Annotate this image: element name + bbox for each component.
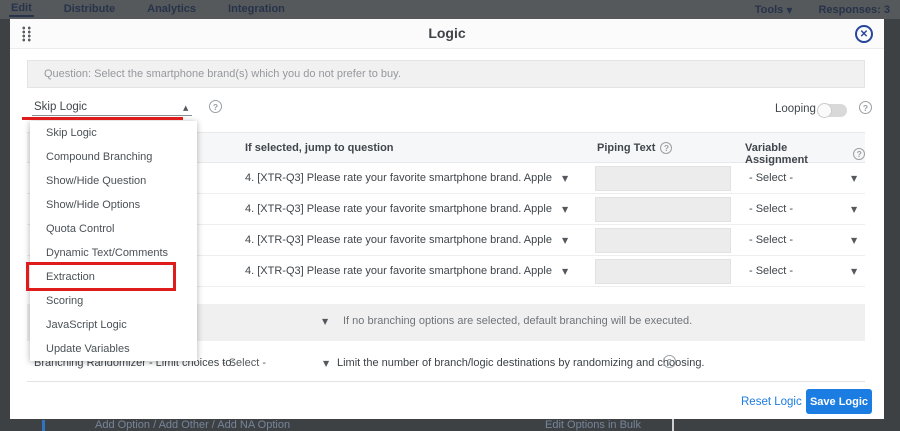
chevron-down-icon: ▼	[786, 6, 792, 15]
piping-help-icon[interactable]: ?	[660, 142, 672, 154]
variable-assignment-select[interactable]: - Select -	[749, 203, 793, 215]
logic-type-underline	[32, 115, 192, 116]
randomizer-select[interactable]: - Select -	[222, 357, 266, 369]
topbar-right: Tools ▼ Responses: 3	[755, 4, 900, 16]
piping-text-input[interactable]	[595, 228, 731, 253]
jump-to-question-dropdown[interactable]: 4. [XTR-Q3] Please rate your favorite sm…	[245, 203, 552, 215]
edit-options-in-bulk-link: Edit Options in Bulk	[545, 419, 641, 431]
variable-assignment-select[interactable]: - Select -	[749, 265, 793, 277]
variable-assignment-select[interactable]: - Select -	[749, 234, 793, 246]
tools-menu[interactable]: Tools ▼	[755, 4, 793, 16]
menu-item-javascript-logic[interactable]: JavaScript Logic	[30, 313, 197, 337]
tab-analytics[interactable]: Analytics	[145, 3, 198, 16]
chevron-down-icon: ▼	[851, 267, 857, 276]
toggle-knob	[817, 103, 832, 118]
piping-text-input[interactable]	[595, 197, 731, 222]
menu-item-compound-branching[interactable]: Compound Branching	[30, 145, 197, 169]
responses-count[interactable]: Responses: 3	[818, 4, 890, 16]
question-banner: Question: Select the smartphone brand(s)…	[27, 60, 865, 88]
chevron-down-icon: ▼	[562, 267, 568, 276]
background-divider	[672, 419, 674, 431]
looping-toggle[interactable]	[818, 104, 847, 117]
menu-item-show-hide-options[interactable]: Show/Hide Options	[30, 193, 197, 217]
menu-item-scoring[interactable]: Scoring	[30, 289, 197, 313]
modal-title: Logic	[10, 25, 884, 41]
tab-edit[interactable]: Edit	[9, 2, 34, 17]
annotation-red-underline	[22, 117, 183, 120]
jump-to-question-dropdown[interactable]: 4. [XTR-Q3] Please rate your favorite sm…	[245, 265, 552, 277]
variable-help-icon[interactable]: ?	[853, 148, 865, 160]
top-menubar: Edit Distribute Analytics Integration To…	[0, 0, 900, 19]
chevron-up-icon: ▲	[183, 104, 188, 112]
column-header-piping: Piping Text ?	[597, 142, 672, 154]
default-branching-note: If no branching options are selected, de…	[343, 315, 692, 327]
chevron-down-icon: ▼	[323, 359, 329, 368]
piping-text-input[interactable]	[595, 166, 731, 191]
chevron-down-icon[interactable]: ▼	[322, 317, 328, 326]
jump-to-question-dropdown[interactable]: 4. [XTR-Q3] Please rate your favorite sm…	[245, 172, 552, 184]
logic-type-dropdown[interactable]: Skip Logic	[34, 101, 87, 113]
chevron-down-icon: ▼	[851, 205, 857, 214]
chevron-down-icon: ▼	[562, 174, 568, 183]
menu-item-show-hide-question[interactable]: Show/Hide Question	[30, 169, 197, 193]
reset-logic-link[interactable]: Reset Logic	[741, 396, 802, 408]
tab-distribute[interactable]: Distribute	[62, 3, 117, 16]
chevron-down-icon: ▼	[562, 205, 568, 214]
background-blue-bar	[42, 420, 45, 431]
randomizer-help-icon[interactable]: ?	[663, 355, 676, 368]
close-icon[interactable]: ✕	[855, 25, 873, 43]
chevron-down-icon: ▼	[851, 174, 857, 183]
looping-help-icon[interactable]: ?	[859, 101, 872, 114]
variable-assignment-select[interactable]: - Select -	[749, 172, 793, 184]
menu-item-skip-logic[interactable]: Skip Logic	[30, 121, 197, 145]
menu-item-quota-control[interactable]: Quota Control	[30, 217, 197, 241]
looping-label: Looping	[775, 103, 816, 115]
menu-item-extraction[interactable]: Extraction	[30, 265, 197, 289]
jump-to-question-dropdown[interactable]: 4. [XTR-Q3] Please rate your favorite sm…	[245, 234, 552, 246]
logic-type-menu: Skip Logic Compound Branching Show/Hide …	[30, 121, 197, 361]
chevron-down-icon: ▼	[851, 236, 857, 245]
piping-text-input[interactable]	[595, 259, 731, 284]
modal-header: Logic ✕	[10, 19, 884, 49]
save-logic-button[interactable]: Save Logic	[806, 389, 872, 414]
randomizer-note: Limit the number of branch/logic destina…	[337, 357, 705, 369]
section-divider	[27, 381, 865, 382]
menu-item-update-variables[interactable]: Update Variables	[30, 337, 197, 361]
tab-integration[interactable]: Integration	[226, 3, 287, 16]
menu-item-dynamic-text-comments[interactable]: Dynamic Text/Comments	[30, 241, 197, 265]
add-option-link: Add Option / Add Other / Add NA Option	[95, 419, 290, 431]
logic-type-help-icon[interactable]: ?	[209, 100, 222, 113]
piping-header-label: Piping Text	[597, 142, 655, 154]
column-header-jump: If selected, jump to question	[245, 142, 394, 154]
app-root: Edit Distribute Analytics Integration To…	[0, 0, 900, 431]
chevron-down-icon: ▼	[562, 236, 568, 245]
